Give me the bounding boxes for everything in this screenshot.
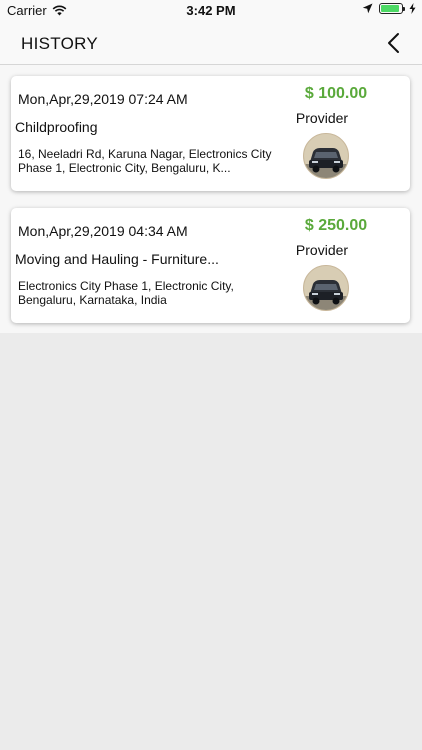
- location-arrow-icon: [362, 3, 373, 14]
- back-button[interactable]: [382, 31, 406, 55]
- status-time: 3:42 PM: [0, 3, 422, 18]
- car-icon: [304, 266, 348, 310]
- chevron-left-icon: [382, 31, 406, 55]
- page-title: HISTORY: [21, 34, 98, 54]
- battery-level: [381, 5, 399, 12]
- charging-bolt-icon: [409, 3, 416, 14]
- car-icon: [304, 134, 348, 178]
- history-datetime: Mon,Apr,29,2019 07:24 AM: [18, 91, 188, 107]
- provider-avatar: [303, 133, 349, 179]
- provider-avatar: [303, 265, 349, 311]
- history-card[interactable]: Mon,Apr,29,2019 04:34 AM Moving and Haul…: [11, 208, 410, 323]
- status-bar: Carrier 3:42 PM: [0, 0, 422, 22]
- history-address: Electronics City Phase 1, Electronic Cit…: [18, 279, 273, 307]
- history-address: 16, Neeladri Rd, Karuna Nagar, Electroni…: [18, 147, 273, 175]
- history-list: Mon,Apr,29,2019 07:24 AM Childproofing 1…: [0, 65, 422, 333]
- battery-icon: [379, 3, 403, 14]
- history-service: Childproofing: [15, 119, 255, 135]
- history-service: Moving and Hauling - Furniture...: [15, 251, 255, 267]
- history-card[interactable]: Mon,Apr,29,2019 07:24 AM Childproofing 1…: [11, 76, 410, 191]
- status-right: [362, 3, 416, 14]
- history-price: $ 250.00: [295, 217, 377, 235]
- history-price: $ 100.00: [295, 85, 377, 103]
- history-datetime: Mon,Apr,29,2019 04:34 AM: [18, 223, 188, 239]
- nav-bar: HISTORY: [0, 22, 422, 65]
- history-role: Provider: [281, 110, 363, 126]
- history-role: Provider: [281, 242, 363, 258]
